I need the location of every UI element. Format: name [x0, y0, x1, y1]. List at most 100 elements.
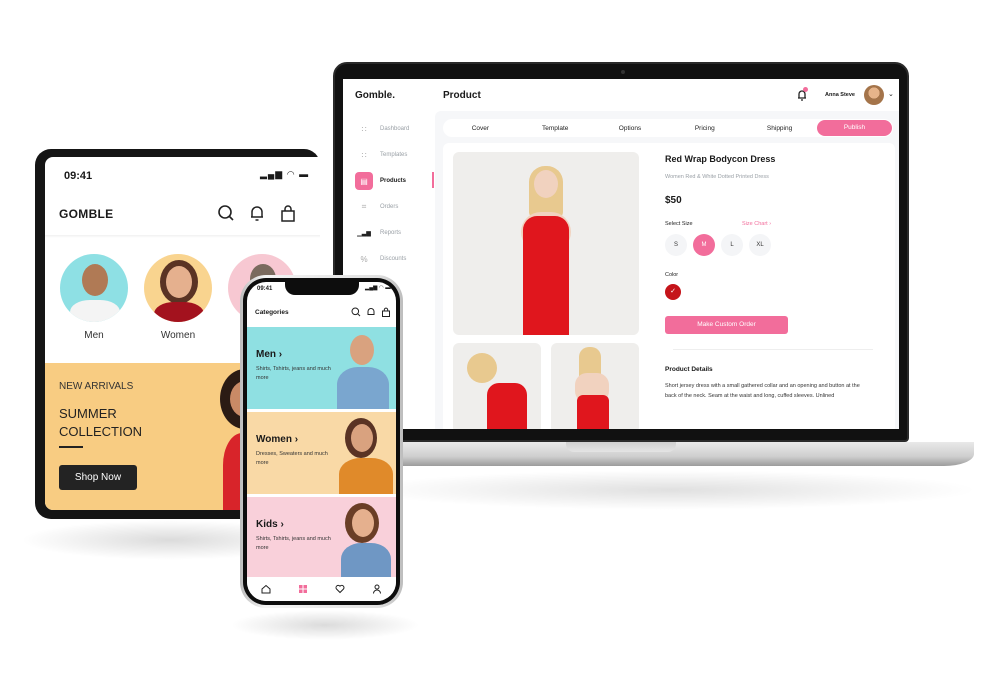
laptop-base [322, 442, 974, 466]
page-title: Product [443, 90, 481, 101]
category-model-image [350, 335, 374, 365]
category-women[interactable]: Women [143, 254, 213, 341]
banner-rule [59, 446, 83, 448]
tab-bar: Cover Template Options Pricing Shipping … [443, 119, 893, 137]
status-icons: ▂▄▆ ◠ ▬ [260, 169, 310, 179]
shopping-bag-icon[interactable] [279, 204, 297, 222]
sidebar-item-label: Products [380, 178, 407, 184]
product-details-title: Product Details [665, 366, 713, 373]
shopping-bag-icon[interactable] [381, 307, 391, 317]
category-men[interactable]: Men [59, 254, 129, 341]
bell-icon[interactable] [366, 307, 376, 317]
laptop-screen: Gomble. Product Anna Steve ⌄ ∷ Dashboard… [343, 79, 899, 429]
size-option-s[interactable]: S [665, 234, 687, 256]
laptop-notch [566, 442, 676, 452]
search-icon[interactable] [217, 204, 235, 222]
sidebar-item-label: Discounts [380, 256, 407, 262]
profile-icon[interactable] [372, 584, 382, 594]
cart-icon: ⌗ [361, 202, 367, 211]
sidebar-item-label: Dashboard [380, 126, 410, 132]
user-name[interactable]: Anna Steve [825, 92, 855, 98]
phone-notch [285, 282, 359, 295]
templates-icon: ∷ [361, 150, 367, 160]
category-card-women[interactable]: Women › Dresses, Sweaters and much more [247, 412, 396, 494]
laptop-shadow [360, 470, 980, 510]
color-label: Color [665, 272, 679, 278]
sidebar-item-label: Orders [380, 204, 399, 210]
categories-icon[interactable] [298, 584, 308, 594]
select-size-label: Select Size [665, 221, 693, 227]
category-card-kids[interactable]: Kids › Shirts, Tshirts, jeans and much m… [247, 497, 396, 579]
divider [673, 349, 873, 350]
shop-now-button[interactable]: Shop Now [59, 465, 137, 490]
active-indicator [432, 172, 434, 188]
product-details-text: Short jersey dress with a small gathered… [665, 383, 860, 399]
bar-chart-icon: ▁▃▆ [357, 230, 371, 237]
banner-title: SUMMER COLLECTION [59, 406, 143, 439]
main-content: Cover Template Options Pricing Shipping … [435, 111, 899, 429]
category-desc: Shirts, Tshirts, jeans and much more [256, 536, 331, 551]
box-icon: ▤ [355, 172, 373, 190]
sidebar-item-label: Reports [380, 230, 402, 236]
header-divider [45, 235, 320, 238]
category-title: Women › [256, 434, 299, 445]
phone-shadow [230, 610, 420, 640]
category-image [144, 254, 212, 322]
category-label: Women [160, 330, 196, 341]
status-icons: ▂▄▆ ◠ ▬ [365, 285, 391, 291]
size-option-m[interactable]: M [693, 234, 715, 256]
sidebar-item-reports[interactable]: ▁▃▆ Reports [355, 224, 435, 242]
category-image [60, 254, 128, 322]
brand-logo[interactable]: Gomble. [355, 90, 395, 101]
page-title: Categories [255, 309, 289, 316]
size-chart-link[interactable]: Size Chart › [742, 221, 771, 227]
product-title: Red Wrap Bodycon Dress [665, 154, 776, 164]
tab-shipping[interactable]: Shipping [742, 125, 817, 132]
sidebar-item-discounts[interactable]: % Discounts [355, 250, 435, 268]
brand-logo[interactable]: GOMBLE [59, 207, 113, 221]
product-subtitle: Women Red & White Dotted Printed Dress [665, 174, 769, 180]
percent-icon: % [360, 254, 368, 264]
color-swatch-red[interactable]: ✓ [665, 284, 681, 300]
product-price: $50 [665, 195, 682, 206]
category-title: Kids › [256, 519, 284, 530]
size-option-xl[interactable]: XL [749, 234, 771, 256]
laptop-camera [621, 70, 625, 74]
sidebar-item-products[interactable]: ▤ Products [355, 172, 435, 190]
status-time: 09:41 [257, 286, 273, 292]
tab-options[interactable]: Options [593, 125, 668, 132]
avatar[interactable] [864, 85, 884, 105]
size-selector: S M L XL [665, 234, 771, 256]
phone-device: 09:41 ▂▄▆ ◠ ▬ Categories Men › Shirts, T… [240, 275, 403, 608]
publish-button[interactable]: Publish [816, 120, 892, 136]
heart-icon[interactable] [335, 584, 345, 594]
sidebar-item-label: Templates [380, 152, 408, 158]
home-icon[interactable] [261, 584, 271, 594]
sidebar-item-orders[interactable]: ⌗ Orders [355, 198, 435, 216]
phone-screen: 09:41 ▂▄▆ ◠ ▬ Categories Men › Shirts, T… [247, 282, 396, 601]
category-desc: Dresses, Sweaters and much more [256, 451, 328, 466]
category-title: Men › [256, 349, 283, 360]
product-card: Red Wrap Bodycon Dress Women Red & White… [443, 143, 895, 429]
notification-badge [803, 87, 808, 92]
tab-pricing[interactable]: Pricing [667, 125, 742, 132]
size-option-l[interactable]: L [721, 234, 743, 256]
category-desc: Shirts, Tshirts, jeans and much more [256, 366, 331, 381]
sidebar-item-dashboard[interactable]: ∷ Dashboard [355, 120, 435, 138]
product-image-thumb[interactable] [551, 343, 639, 429]
bottom-nav [247, 577, 396, 601]
laptop-device: Gomble. Product Anna Steve ⌄ ∷ Dashboard… [333, 62, 909, 442]
app-header: Gomble. Product Anna Steve ⌄ [343, 79, 899, 111]
product-image-main[interactable] [453, 152, 639, 335]
product-image-thumb[interactable] [453, 343, 541, 429]
category-card-men[interactable]: Men › Shirts, Tshirts, jeans and much mo… [247, 327, 396, 409]
tab-cover[interactable]: Cover [443, 125, 518, 132]
category-label: Men [84, 330, 104, 341]
tab-template[interactable]: Template [518, 125, 593, 132]
make-custom-order-button[interactable]: Make Custom Order [665, 316, 788, 334]
search-icon[interactable] [351, 307, 361, 317]
bell-icon[interactable] [248, 204, 266, 222]
banner-kicker: NEW ARRIVALS [59, 381, 134, 392]
chevron-down-icon[interactable]: ⌄ [888, 90, 894, 98]
sidebar-item-templates[interactable]: ∷ Templates [355, 146, 435, 164]
